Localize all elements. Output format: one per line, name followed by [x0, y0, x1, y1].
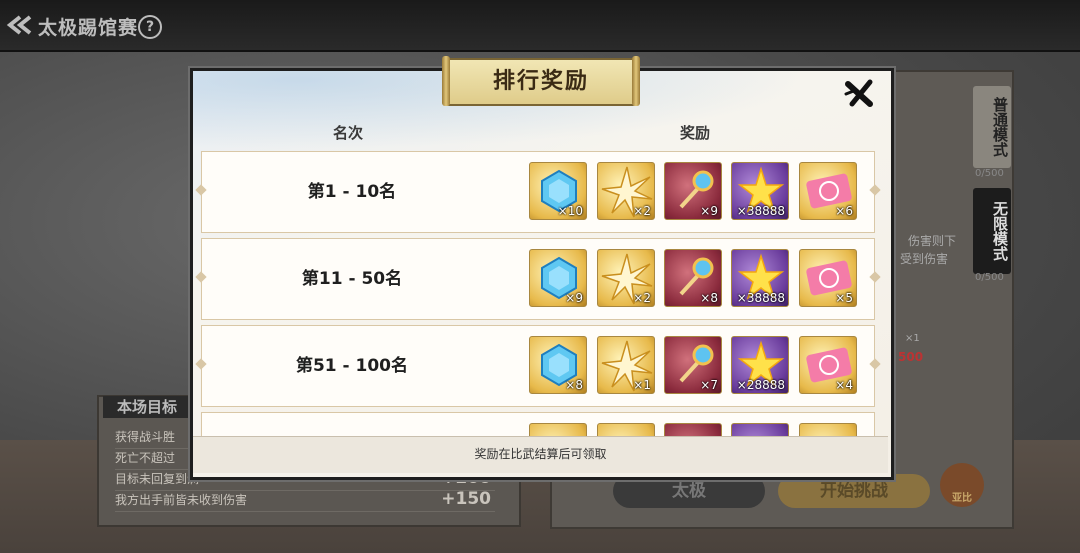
- reward-row: 第51 - 100名 ×8 ×1 ×7 ×28888 ×4: [195, 325, 881, 407]
- rank-range: 第11 - 50名: [301, 269, 403, 289]
- top-bar: 太极踢馆赛 ?: [0, 0, 1080, 52]
- rank-range: 第51 - 100名: [295, 356, 409, 376]
- magic-wand-icon[interactable]: ×9: [664, 162, 722, 220]
- ferris-ticket-icon[interactable]: ×5: [799, 249, 857, 307]
- help-icon[interactable]: ?: [138, 15, 162, 39]
- blue-gem-icon[interactable]: ×8: [529, 336, 587, 394]
- goal-row: 我方出手前皆未收到伤害 +150: [115, 489, 495, 512]
- close-icon[interactable]: [842, 76, 878, 112]
- side-qty: ×1: [905, 333, 920, 344]
- magic-wand-icon[interactable]: ×8: [664, 249, 722, 307]
- ferris-ticket-icon[interactable]: ×4: [799, 336, 857, 394]
- yellow-star-icon[interactable]: ×38888: [731, 162, 789, 220]
- side-value: 500: [898, 350, 924, 364]
- footer-note: 奖励在比武结算后可领取: [474, 447, 607, 461]
- back-arrow-icon[interactable]: [6, 14, 32, 36]
- reward-row: 第1 - 10名 ×10 ×2 ×9 ×38888 ×6: [195, 151, 881, 233]
- dialog-title-scroll: 排行奖励: [442, 56, 640, 106]
- normal-mode-count: 0/500: [975, 168, 1004, 179]
- dialog-title: 排行奖励: [492, 69, 589, 94]
- ferris-ticket-icon[interactable]: ×6: [799, 162, 857, 220]
- side-desc-2: 受到伤害: [900, 252, 949, 266]
- gold-star-badge-icon[interactable]: ×2: [597, 162, 655, 220]
- rank-range: 第1 - 10名: [307, 182, 397, 202]
- reward-row: 第11 - 50名 ×9 ×2 ×8 ×38888 ×5: [195, 238, 881, 320]
- reward-row: [201, 412, 875, 438]
- tab-normal-mode[interactable]: 普通模式: [973, 86, 1011, 168]
- yellow-star-icon[interactable]: ×38888: [731, 249, 789, 307]
- page-title: 太极踢馆赛: [38, 17, 139, 39]
- gold-star-badge-icon[interactable]: ×2: [597, 249, 655, 307]
- pet-avatar-button[interactable]: 亚比: [940, 463, 984, 507]
- blue-gem-icon[interactable]: ×9: [529, 249, 587, 307]
- column-header-rank: 名次: [333, 124, 364, 142]
- column-header-reward: 奖励: [680, 124, 711, 142]
- goal-points: +150: [441, 489, 491, 509]
- magic-wand-icon[interactable]: ×7: [664, 336, 722, 394]
- yellow-star-icon[interactable]: ×28888: [731, 336, 789, 394]
- blue-gem-icon[interactable]: ×10: [529, 162, 587, 220]
- side-desc-1: 伤害则下: [908, 234, 957, 248]
- tab-infinite-mode[interactable]: 无限模式: [973, 188, 1011, 274]
- gold-star-badge-icon[interactable]: ×1: [597, 336, 655, 394]
- infinite-mode-count: 0/500: [975, 272, 1004, 283]
